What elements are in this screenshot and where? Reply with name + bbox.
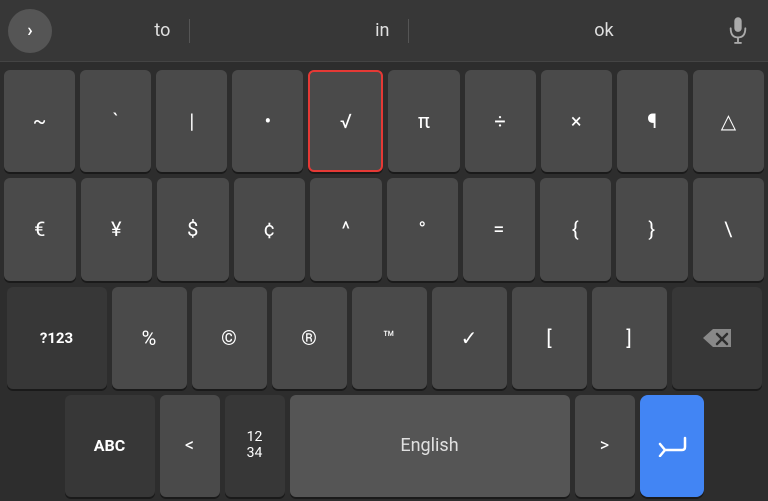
suggestion-list: to in ok [52, 20, 716, 41]
key-greater-than[interactable]: > [575, 395, 635, 497]
suggestion-bar: › to in ok [0, 0, 768, 62]
key-percent[interactable]: % [112, 287, 187, 389]
key-numbers-stacked[interactable]: 12 34 [225, 395, 285, 497]
key-registered[interactable]: ® [272, 287, 347, 389]
suggestion-item-2[interactable]: in [355, 20, 409, 41]
key-tilde[interactable]: ~ [4, 70, 75, 172]
key-123[interactable]: ?123 [7, 287, 107, 389]
key-cent[interactable]: ¢ [234, 178, 306, 280]
microphone-button[interactable] [716, 9, 760, 53]
key-row-3: ?123 % © ® ™ ✓ [ ] [4, 287, 764, 389]
key-backslash[interactable]: \ [693, 178, 765, 280]
key-pi[interactable]: π [388, 70, 459, 172]
key-pipe[interactable]: | [156, 70, 227, 172]
key-close-brace[interactable]: } [616, 178, 688, 280]
key-yen[interactable]: ¥ [81, 178, 153, 280]
suggestion-item-1[interactable]: to [134, 20, 190, 41]
key-multiply[interactable]: × [541, 70, 612, 172]
backspace-button[interactable] [672, 287, 762, 389]
key-degree[interactable]: ° [387, 178, 459, 280]
enter-icon [657, 435, 687, 457]
key-copyright[interactable]: © [192, 287, 267, 389]
backspace-icon [701, 327, 733, 349]
key-abc[interactable]: ABC [65, 395, 155, 497]
key-row-2: € ¥ $ ¢ ^ ° = { } \ [4, 178, 764, 280]
keyboard: ~ ` | • √ π ÷ × ¶ △ € ¥ $ ¢ ^ ° = { } \ … [0, 62, 768, 501]
key-checkmark[interactable]: ✓ [432, 287, 507, 389]
key-euro[interactable]: € [4, 178, 76, 280]
suggestion-item-3[interactable]: ok [574, 20, 633, 41]
key-row-4: ABC < 12 34 English > [4, 395, 764, 497]
key-trademark[interactable]: ™ [352, 287, 427, 389]
chevron-right-icon: › [27, 20, 32, 41]
microphone-icon [727, 17, 749, 45]
key-row-1: ~ ` | • √ π ÷ × ¶ △ [4, 70, 764, 172]
key-equals[interactable]: = [463, 178, 535, 280]
enter-button[interactable] [640, 395, 704, 497]
key-bullet[interactable]: • [232, 70, 303, 172]
expand-suggestions-button[interactable]: › [8, 9, 52, 53]
key-backtick[interactable]: ` [80, 70, 151, 172]
key-triangle[interactable]: △ [693, 70, 764, 172]
key-close-bracket[interactable]: ] [592, 287, 667, 389]
key-open-brace[interactable]: { [540, 178, 612, 280]
spacebar-button[interactable]: English [290, 395, 570, 497]
key-divide[interactable]: ÷ [465, 70, 536, 172]
key-open-bracket[interactable]: [ [512, 287, 587, 389]
key-sqrt[interactable]: √ [308, 70, 383, 172]
key-caret[interactable]: ^ [310, 178, 382, 280]
key-pilcrow[interactable]: ¶ [617, 70, 688, 172]
key-less-than[interactable]: < [160, 395, 220, 497]
key-dollar[interactable]: $ [157, 178, 229, 280]
